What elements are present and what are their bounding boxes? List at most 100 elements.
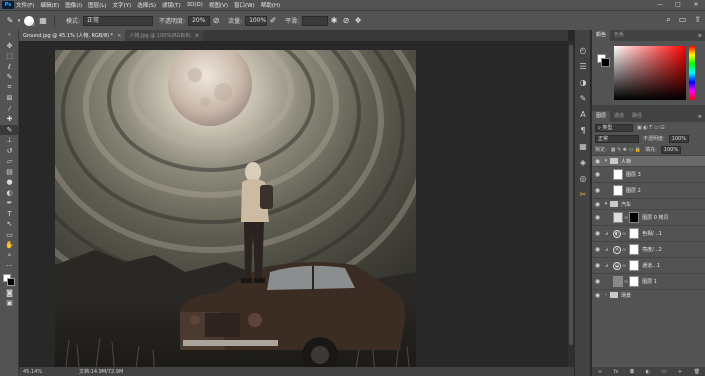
eye-icon[interactable]: ◉: [592, 187, 603, 194]
collapse-toolbar-icon[interactable]: »: [0, 30, 19, 41]
more-tools-icon[interactable]: ···: [0, 261, 19, 272]
fill-field[interactable]: 100%: [660, 145, 682, 154]
marquee-tool-icon[interactable]: ⬚: [0, 51, 19, 62]
layer-row[interactable]: ◉ ∞ 图层 1: [592, 273, 705, 289]
opacity-field[interactable]: 20%: [188, 15, 211, 26]
hue-slider[interactable]: [689, 46, 695, 100]
chevron-down-icon[interactable]: ▾: [16, 15, 22, 27]
menu-edit[interactable]: 编辑(E): [40, 1, 59, 9]
chevron-down-icon[interactable]: ▾: [603, 201, 609, 207]
menu-view[interactable]: 视图(V): [209, 1, 228, 9]
layer-row[interactable]: ◉ › 场景: [592, 289, 705, 300]
workspace-icon[interactable]: ▭: [679, 15, 687, 25]
close-icon[interactable]: ×: [117, 33, 121, 39]
paragraph-panel-icon[interactable]: ¶: [575, 122, 591, 138]
eye-icon[interactable]: ◉: [592, 246, 603, 253]
layer-opacity-field[interactable]: 100%: [668, 134, 689, 143]
airbrush-icon[interactable]: ✐: [267, 15, 279, 27]
pressure-size-icon[interactable]: ⊘: [340, 15, 352, 27]
panel-menu-icon[interactable]: ≡: [698, 33, 702, 39]
pen-tool-icon[interactable]: ✒: [0, 198, 19, 209]
tab-channels[interactable]: 通道: [610, 111, 628, 122]
adjustments-panel-icon[interactable]: ◑: [575, 74, 591, 90]
tab-person[interactable]: 人物.jpg @ 100%(RGB/8) ×: [125, 30, 203, 41]
eye-icon[interactable]: ◉: [592, 278, 603, 285]
search-icon[interactable]: ⌕: [666, 15, 670, 25]
menu-file[interactable]: 文件(F): [16, 1, 34, 9]
path-select-tool-icon[interactable]: ↖: [0, 219, 19, 230]
layer-row[interactable]: ◉ ↲ ◒ ∞ 通道...1: [592, 257, 705, 273]
brush-settings-icon[interactable]: ▦: [37, 15, 49, 27]
close-icon[interactable]: ×: [195, 33, 199, 39]
close-window-button[interactable]: ✕: [687, 0, 705, 10]
healing-brush-tool-icon[interactable]: ✚: [0, 114, 19, 125]
layer-row[interactable]: ◉ ↲ ◐ ∞ 色相/...1: [592, 225, 705, 241]
tab-layers[interactable]: 图层: [592, 111, 611, 122]
eye-icon[interactable]: ◉: [592, 292, 603, 299]
gear-icon[interactable]: ✱: [328, 15, 340, 27]
type-tool-icon[interactable]: T: [0, 209, 19, 220]
background-swatch[interactable]: [601, 58, 610, 67]
brush-tool-icon[interactable]: ✎: [0, 124, 19, 135]
layer-row[interactable]: ◉ ▾ 人物: [592, 155, 705, 166]
tools-preset-icon[interactable]: ✂: [575, 186, 591, 202]
layer-row[interactable]: ◉ ↲ ☀ ∞ 亮度/...2: [592, 241, 705, 257]
layer-row[interactable]: ◉ 图层 3: [592, 166, 705, 182]
navigator-panel-icon[interactable]: ◈: [575, 154, 591, 170]
menu-window[interactable]: 窗口(W): [234, 1, 255, 9]
tab-paths[interactable]: 路径: [628, 111, 646, 122]
eye-icon[interactable]: ◉: [592, 171, 603, 178]
rectangle-tool-icon[interactable]: ▭: [0, 230, 19, 241]
history-panel-icon[interactable]: ◴: [575, 42, 591, 58]
quick-select-tool-icon[interactable]: ✎: [0, 72, 19, 83]
brush-settings-panel-icon[interactable]: ✎: [575, 90, 591, 106]
pressure-opacity-icon[interactable]: ⊘: [210, 15, 222, 27]
background-color[interactable]: [7, 277, 15, 286]
eraser-tool-icon[interactable]: ▱: [0, 156, 19, 167]
tab-color[interactable]: 颜色: [592, 30, 611, 41]
eye-icon[interactable]: ◉: [592, 230, 603, 237]
brush-tool-icon[interactable]: ✎: [4, 15, 16, 27]
layer-row[interactable]: ◉ ∞ 图层 0 拷贝: [592, 209, 705, 225]
menu-image[interactable]: 图像(I): [65, 1, 82, 9]
eyedropper-tool-icon[interactable]: ⁄: [0, 104, 19, 115]
gradient-tool-icon[interactable]: ▤: [0, 167, 19, 178]
chevron-right-icon[interactable]: ›: [603, 292, 609, 298]
menu-select[interactable]: 选择(S): [137, 1, 156, 9]
zoom-level[interactable]: 45.14%: [19, 369, 59, 375]
new-group-icon[interactable]: ▭: [662, 369, 667, 375]
properties-panel-icon[interactable]: ☰: [575, 58, 591, 74]
panel-menu-icon[interactable]: ≡: [698, 114, 702, 120]
crop-tool-icon[interactable]: ⌗: [0, 83, 19, 94]
filter-icons[interactable]: ▣ ◐ T ▭ ⊡: [637, 125, 664, 131]
chevron-down-icon[interactable]: ▾: [603, 158, 609, 164]
menu-help[interactable]: 帮助(H): [261, 1, 280, 9]
color-swatches[interactable]: [0, 272, 19, 288]
frame-tool-icon[interactable]: ⊠: [0, 93, 19, 104]
trash-icon[interactable]: 🗑: [694, 369, 700, 375]
blur-tool-icon[interactable]: ●: [0, 177, 19, 188]
move-tool-icon[interactable]: ✥: [0, 41, 19, 52]
history-brush-tool-icon[interactable]: ↺: [0, 146, 19, 157]
quick-mask-icon[interactable]: ◙: [0, 288, 19, 299]
layer-row[interactable]: ◉ ▾ 汽车: [592, 198, 705, 209]
canvas-area[interactable]: [19, 41, 568, 376]
menu-filter[interactable]: 滤镜(T): [162, 1, 181, 9]
menu-layer[interactable]: 图层(L): [88, 1, 106, 9]
fx-icon[interactable]: fx: [614, 369, 619, 375]
symmetry-icon[interactable]: ❖: [352, 15, 364, 27]
styles-panel-icon[interactable]: ◎: [575, 170, 591, 186]
smoothing-field[interactable]: [302, 15, 329, 26]
kind-filter-select[interactable]: ⌕ 类型: [595, 123, 633, 132]
tab-swatches[interactable]: 色板: [610, 30, 628, 41]
dodge-tool-icon[interactable]: ◐: [0, 188, 19, 199]
eye-icon[interactable]: ◉: [592, 262, 603, 269]
mode-select[interactable]: 正常: [83, 15, 154, 26]
eye-icon[interactable]: ◉: [592, 158, 603, 165]
character-panel-icon[interactable]: A: [575, 106, 591, 122]
new-layer-icon[interactable]: +: [678, 369, 682, 375]
stamp-tool-icon[interactable]: ⊥: [0, 135, 19, 146]
eye-icon[interactable]: ◉: [592, 201, 603, 208]
lasso-tool-icon[interactable]: ℓ: [0, 62, 19, 73]
libraries-panel-icon[interactable]: ▦: [575, 138, 591, 154]
